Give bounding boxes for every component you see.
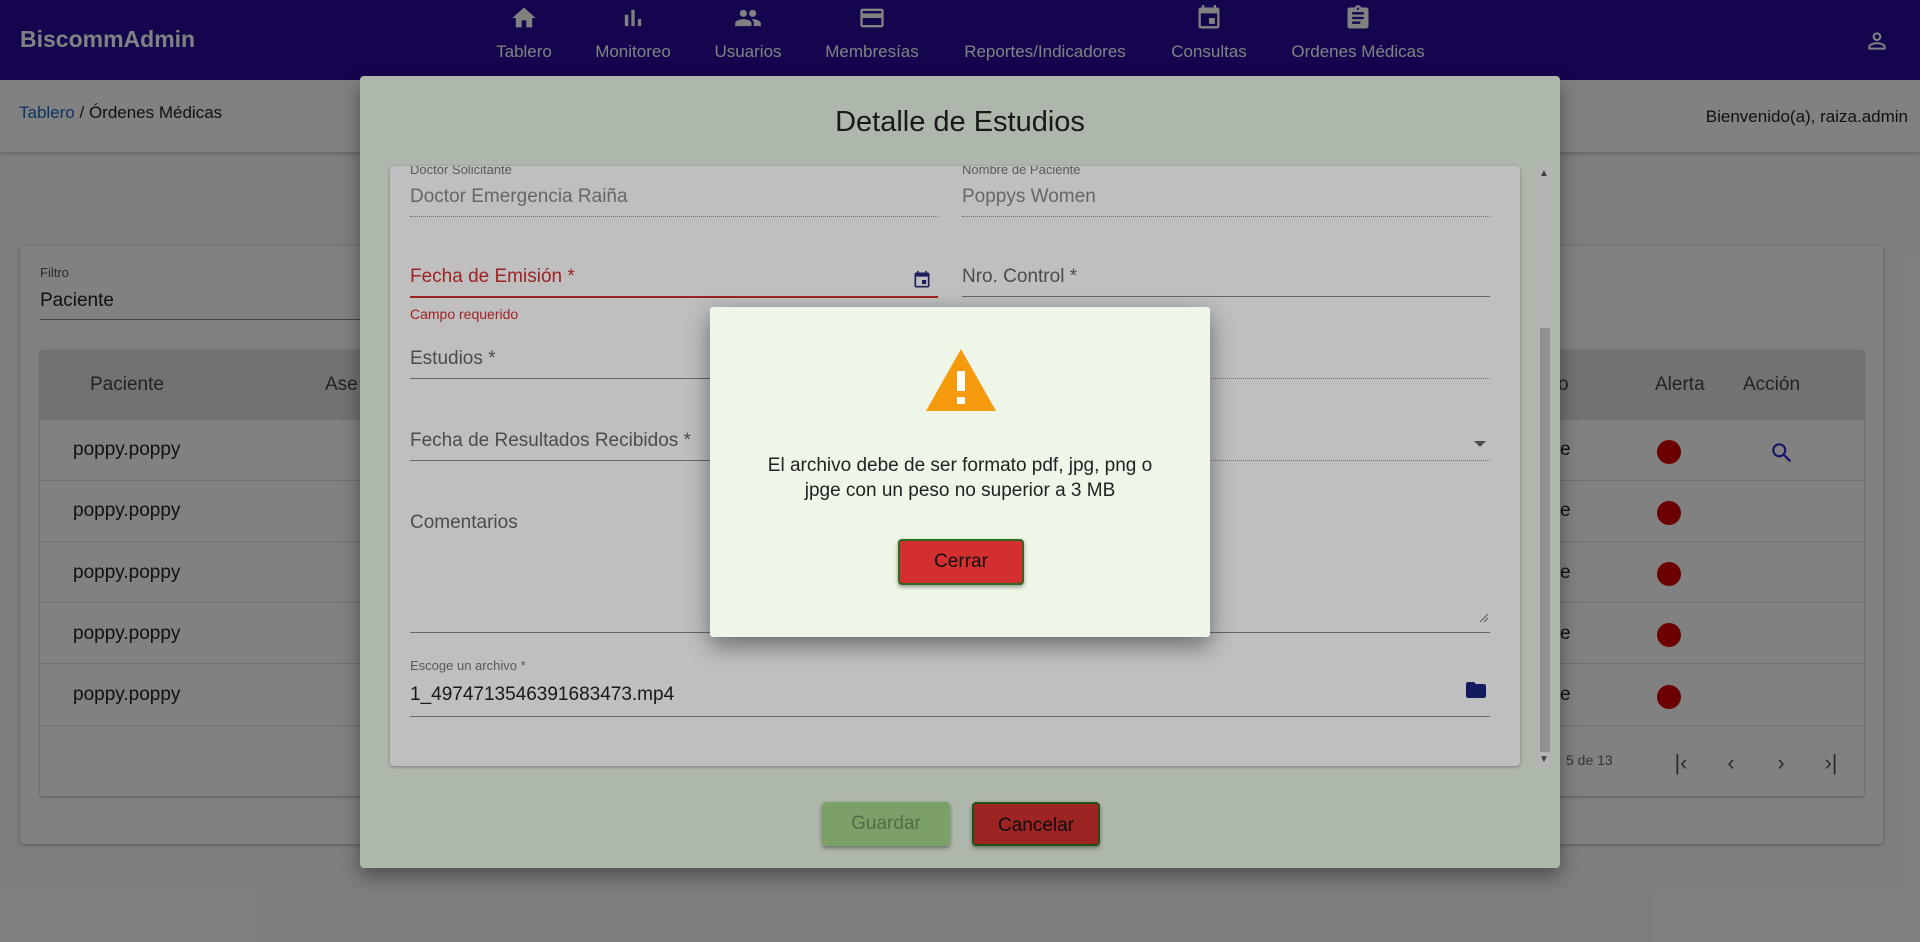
close-button[interactable]: Cerrar [898, 539, 1024, 585]
warning-icon [926, 349, 996, 411]
alert-message: El archivo debe de ser formato pdf, jpg,… [767, 455, 1153, 501]
file-format-alert: El archivo debe de ser formato pdf, jpg,… [710, 307, 1210, 637]
